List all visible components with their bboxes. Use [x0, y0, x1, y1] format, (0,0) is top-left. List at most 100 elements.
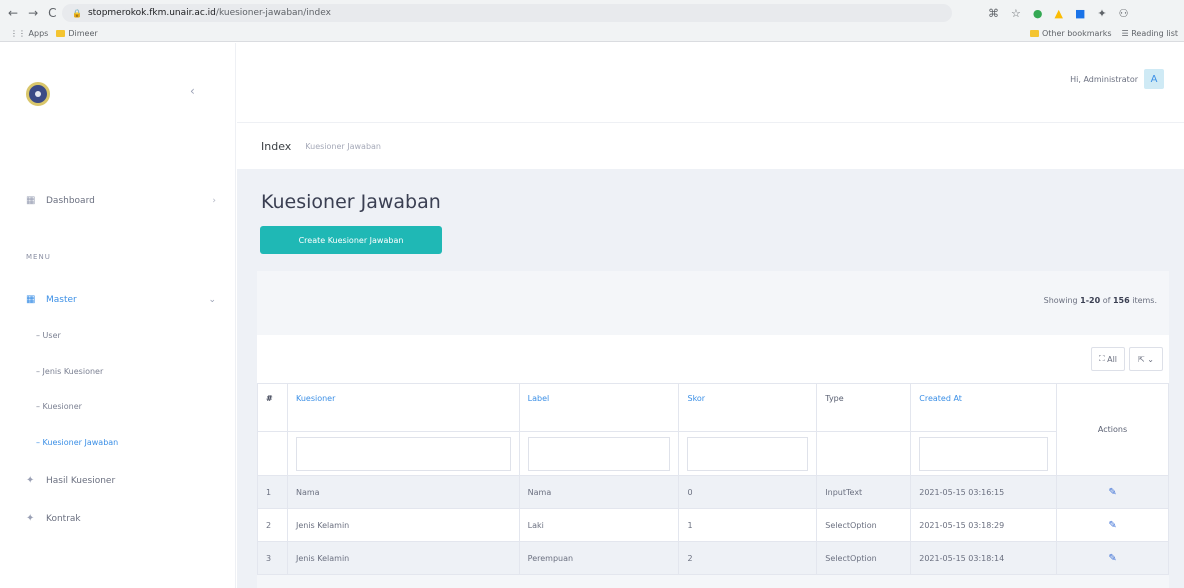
- filter-skor-input[interactable]: [687, 436, 809, 471]
- filter-cell: [678, 431, 818, 476]
- folder-icon: [1029, 30, 1039, 37]
- row-number: 2: [257, 508, 288, 542]
- drive-icon[interactable]: ▲: [1054, 7, 1062, 20]
- lock-icon: 🔒: [72, 8, 82, 18]
- back-icon[interactable]: ←: [8, 6, 18, 20]
- profile-icon[interactable]: ⚇: [1119, 7, 1129, 20]
- cell-created-at: 2021-05-15 03:16:15: [910, 475, 1058, 509]
- collapse-sidebar-icon[interactable]: ‹: [190, 84, 195, 98]
- cell-kuesioner: Nama: [286, 475, 520, 509]
- column-header-label[interactable]: Label: [518, 383, 680, 432]
- column-header-skor[interactable]: Skor: [678, 383, 818, 432]
- cell-actions: ✎: [1056, 508, 1169, 542]
- column-header-created-at[interactable]: Created At: [910, 383, 1058, 432]
- menu-section-title: MENU: [26, 253, 51, 261]
- cell-created-at: 2021-05-15 03:18:29: [910, 508, 1058, 542]
- user-menu[interactable]: Hi, Administrator A: [1070, 69, 1164, 89]
- column-header-type: Type: [816, 383, 912, 432]
- export-button[interactable]: ⇱ ⌄: [1129, 347, 1163, 371]
- column-header-kuesioner[interactable]: Kuesioner: [286, 383, 520, 432]
- cell-label: Laki: [518, 508, 680, 542]
- filter-label-input[interactable]: [527, 436, 671, 471]
- filter-cell: [257, 431, 288, 476]
- sidebar-subitem-kuesioner-jawaban[interactable]: – Kuesioner Jawaban: [36, 438, 118, 447]
- folder-icon: [56, 30, 66, 37]
- expand-icon: ⛶: [1098, 354, 1105, 363]
- chevron-down-icon: ⌄: [208, 294, 216, 305]
- breadcrumb-current: Index: [261, 139, 292, 153]
- browser-nav: ← → C: [0, 6, 62, 20]
- filter-cell: [816, 431, 912, 476]
- reload-icon[interactable]: C: [48, 6, 56, 20]
- bookmarks-bar: ⋮⋮ Apps Dimeer Other bookmarks ☰ Reading…: [0, 26, 1184, 42]
- chevron-down-icon: ⌄: [1147, 354, 1154, 364]
- avatar[interactable]: A: [1144, 69, 1164, 89]
- cell-type: SelectOption: [816, 508, 912, 542]
- table-row: 3 Jenis Kelamin Perempuan 2 SelectOption…: [257, 541, 1169, 575]
- extension-icon[interactable]: ●: [1033, 7, 1043, 20]
- chevron-right-icon: ›: [212, 195, 216, 206]
- breadcrumb-parent[interactable]: Kuesioner Jawaban: [305, 142, 381, 151]
- filter-cell: [910, 431, 1058, 476]
- puzzle-icon[interactable]: ✦: [1097, 7, 1106, 20]
- table-row: 1 Nama Nama 0 InputText 2021-05-15 03:16…: [257, 475, 1169, 509]
- filter-kuesioner-input[interactable]: [295, 436, 511, 471]
- forward-icon[interactable]: →: [28, 6, 38, 20]
- dashboard-icon: ▦: [26, 195, 36, 206]
- user-greeting: Hi, Administrator: [1070, 74, 1138, 84]
- bookmark-other[interactable]: Other bookmarks: [1029, 29, 1112, 38]
- row-number: 1: [257, 475, 288, 509]
- sidebar-item-dashboard[interactable]: ▦ Dashboard ›: [26, 195, 216, 206]
- sidebar-item-label: Dashboard: [46, 195, 95, 206]
- show-all-button[interactable]: ⛶ All: [1091, 347, 1125, 371]
- filter-cell: [518, 431, 680, 476]
- reading-list[interactable]: ☰ Reading list: [1122, 29, 1178, 38]
- bullet-icon: ✦: [26, 475, 35, 486]
- data-table: # Kuesioner Label Skor Type Created At A…: [257, 383, 1169, 575]
- table-header-row: # Kuesioner Label Skor Type Created At A…: [257, 383, 1169, 476]
- page-title: Kuesioner Jawaban: [261, 191, 441, 213]
- column-header-actions: Actions: [1056, 383, 1169, 476]
- column-header-number: #: [257, 383, 288, 432]
- pencil-icon[interactable]: ✎: [1065, 487, 1160, 498]
- cell-skor: 1: [678, 508, 818, 542]
- browser-toolbar: ← → C 🔒 stopmerokok.fkm.unair.ac.id/kues…: [0, 0, 1184, 26]
- sidebar-item-label: Master: [46, 294, 77, 305]
- sidebar-subitem-jenis-kuesioner[interactable]: – Jenis Kuesioner: [36, 367, 103, 376]
- table-row: 2 Jenis Kelamin Laki 1 SelectOption 2021…: [257, 508, 1169, 542]
- filter-created-at-input[interactable]: [919, 436, 1049, 471]
- breadcrumb: Index Kuesioner Jawaban: [237, 123, 1184, 169]
- export-icon: ⇱: [1138, 354, 1145, 364]
- star-icon[interactable]: ☆: [1011, 7, 1021, 20]
- sidebar-item-label: Hasil Kuesioner: [46, 475, 116, 486]
- browser-actions: ⌘ ☆ ● ▲ ■ ✦ ⚇: [988, 7, 1128, 20]
- cell-created-at: 2021-05-15 03:18:14: [910, 541, 1058, 575]
- address-bar[interactable]: 🔒 stopmerokok.fkm.unair.ac.id/kuesioner-…: [62, 4, 952, 22]
- sidebar-item-master[interactable]: ▦ Master ⌄: [26, 294, 216, 305]
- grid-card: Showing 1-20 of 156 items. ⛶ All ⇱ ⌄ # K…: [257, 271, 1169, 588]
- grid-toolbar: ⛶ All ⇱ ⌄: [257, 335, 1169, 383]
- sidebar: ‹ ▦ Dashboard › MENU ▦ Master ⌄ – User –…: [0, 43, 236, 588]
- pencil-icon[interactable]: ✎: [1065, 553, 1160, 564]
- row-number: 3: [257, 541, 288, 575]
- sidebar-subitem-kuesioner[interactable]: – Kuesioner: [36, 402, 82, 411]
- bookmark-apps[interactable]: ⋮⋮ Apps: [10, 29, 48, 38]
- sidebar-item-hasil-kuesioner[interactable]: ✦ Hasil Kuesioner: [26, 475, 115, 486]
- app-logo[interactable]: [26, 82, 50, 106]
- sidebar-item-kontrak[interactable]: ✦ Kontrak: [26, 513, 81, 524]
- cell-label: Perempuan: [518, 541, 680, 575]
- bookmark-folder[interactable]: Dimeer: [56, 29, 98, 38]
- translate-icon[interactable]: ⌘: [988, 7, 999, 20]
- create-button[interactable]: Create Kuesioner Jawaban: [260, 226, 442, 254]
- cell-skor: 2: [678, 541, 818, 575]
- filter-row: [257, 431, 1169, 476]
- filter-cell: [286, 431, 520, 476]
- extension-icon[interactable]: ■: [1075, 7, 1085, 20]
- cell-kuesioner: Jenis Kelamin: [286, 541, 520, 575]
- cell-actions: ✎: [1056, 541, 1169, 575]
- cell-actions: ✎: [1056, 475, 1169, 509]
- main-content: Kuesioner Jawaban Create Kuesioner Jawab…: [237, 169, 1184, 588]
- top-header: Hi, Administrator A: [237, 43, 1184, 123]
- sidebar-subitem-user[interactable]: – User: [36, 331, 61, 340]
- pencil-icon[interactable]: ✎: [1065, 520, 1160, 531]
